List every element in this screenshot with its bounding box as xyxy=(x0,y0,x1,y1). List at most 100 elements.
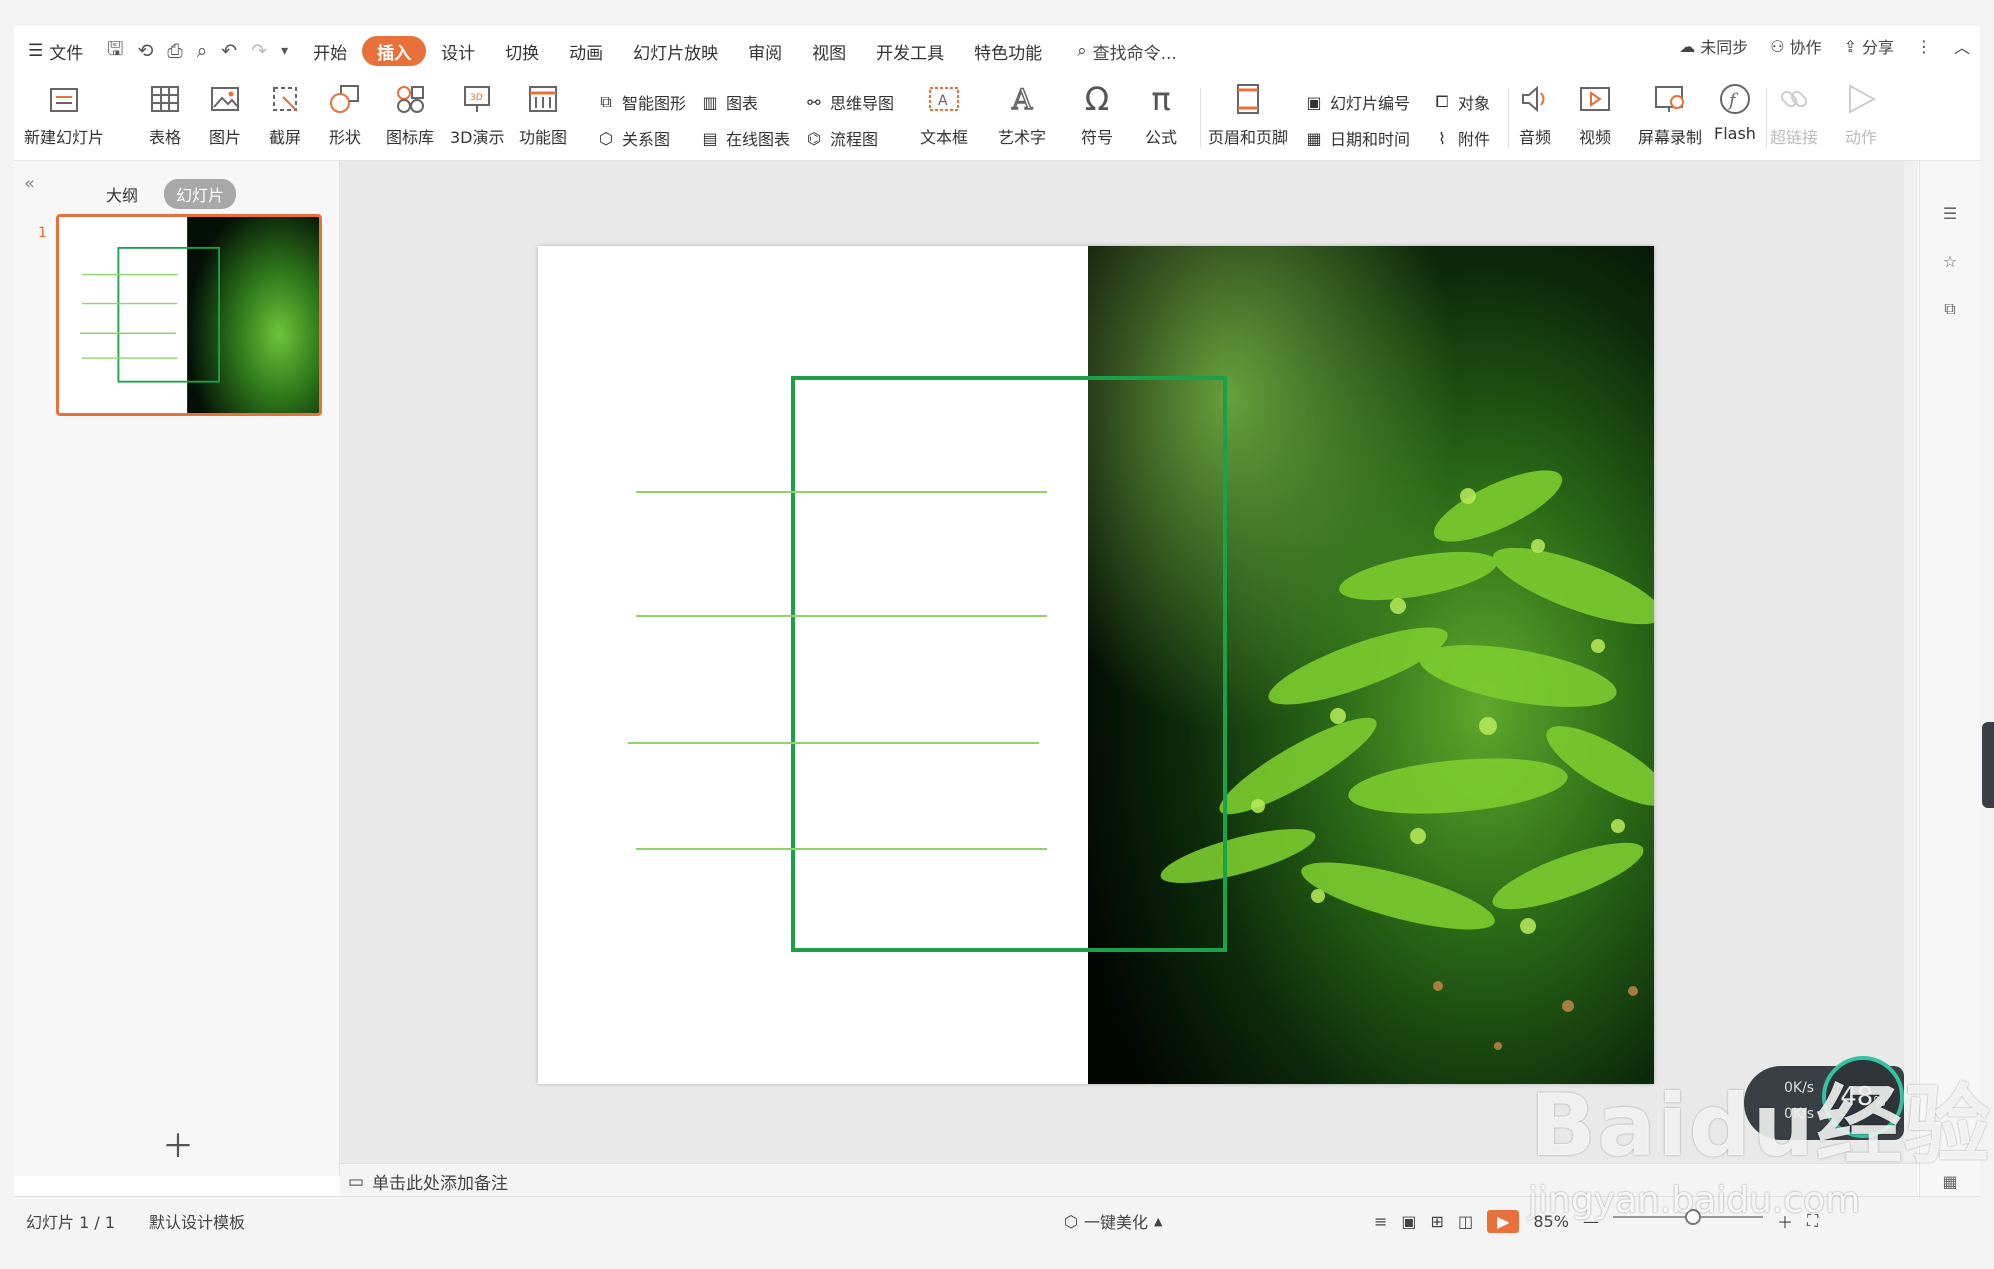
add-slide-button[interactable]: ＋ xyxy=(162,1121,194,1167)
flash-button[interactable]: f Flash xyxy=(1714,80,1756,143)
redo-icon[interactable]: ↷ xyxy=(251,40,267,62)
beautify-label: 一键美化 xyxy=(1083,1213,1148,1232)
tab-transitions[interactable]: 切换 xyxy=(490,36,554,66)
print-icon[interactable]: ⎙ xyxy=(167,40,182,62)
menu-bar: ☰ 文件 🖫 ⟲ ⎙ ⌕ ↶ ↷ ▾ 开始 插入 设计 切换 动画 幻灯片放映 … xyxy=(14,26,1980,76)
flow-chart-button[interactable]: ⌬ 流程图 xyxy=(804,126,878,150)
ribbon-separator xyxy=(1508,88,1509,148)
slide-sorter-icon[interactable]: ⊞ xyxy=(1431,1212,1444,1231)
tab-special[interactable]: 特色功能 xyxy=(959,36,1057,66)
header-footer-icon xyxy=(1229,80,1267,118)
slide-number-button[interactable]: ▣ 幻灯片编号 xyxy=(1304,90,1410,114)
link-icon xyxy=(1775,80,1813,118)
action-button[interactable]: 动作 xyxy=(1842,80,1880,148)
settings-sliders-icon[interactable]: ☰ xyxy=(1938,201,1962,225)
current-slide[interactable] xyxy=(538,246,1654,1084)
vertical-scrollbar[interactable] xyxy=(1904,161,1918,1161)
file-menu-label: 文件 xyxy=(49,43,84,64)
function-chart-button[interactable]: 功能图 xyxy=(519,80,567,148)
new-slide-button[interactable]: 新建幻灯片 xyxy=(24,80,104,148)
pi-icon: π xyxy=(1151,80,1171,118)
textbox-button[interactable]: A 文本框 xyxy=(920,80,968,148)
tab-outline[interactable]: 大纲 xyxy=(94,179,150,209)
comment-panel-icon[interactable]: ⧉ xyxy=(1938,297,1962,321)
3d-demo-button[interactable]: 3D 3D演示 xyxy=(450,80,505,148)
customize-toolbar-icon[interactable]: ▾ xyxy=(281,43,288,59)
tab-slideshow[interactable]: 幻灯片放映 xyxy=(618,36,733,66)
tab-design[interactable]: 设计 xyxy=(426,36,490,66)
textbox-label: 文本框 xyxy=(920,128,969,147)
reading-view-icon[interactable]: ◫ xyxy=(1458,1212,1473,1231)
sync-button[interactable]: ☁ 未同步 xyxy=(1679,34,1748,58)
screenshot-label: 截屏 xyxy=(268,128,301,147)
tab-animations[interactable]: 动画 xyxy=(554,36,618,66)
table-label: 表格 xyxy=(148,128,181,147)
ribbon-separator xyxy=(1200,88,1201,148)
object-button[interactable]: ⧠ 对象 xyxy=(1432,90,1490,114)
file-menu[interactable]: ☰ 文件 xyxy=(14,34,97,68)
mind-map-button[interactable]: ⚯ 思维导图 xyxy=(804,90,894,114)
notes-placeholder: 单击此处添加备注 xyxy=(372,1174,509,1194)
screenshot-button[interactable]: 截屏 xyxy=(266,80,304,148)
omega-icon: Ω xyxy=(1084,80,1110,118)
video-button[interactable]: 视频 xyxy=(1576,80,1614,148)
tab-view[interactable]: 视图 xyxy=(797,36,861,66)
relation-chart-button[interactable]: ⬡ 关系图 xyxy=(596,126,670,150)
collapse-panel-icon[interactable]: « xyxy=(24,173,35,194)
save-icon[interactable]: 🖫 xyxy=(107,35,123,67)
online-chart-button[interactable]: ▤ 在线图表 xyxy=(700,126,790,150)
tab-developer[interactable]: 开发工具 xyxy=(861,36,959,66)
slide-thumbnail[interactable] xyxy=(56,214,322,416)
online-chart-icon: ▤ xyxy=(702,128,718,148)
print-preview-icon[interactable]: ⌕ xyxy=(197,40,208,62)
fern-photo[interactable] xyxy=(1088,246,1654,1084)
tab-home[interactable]: 开始 xyxy=(298,36,362,66)
tab-insert[interactable]: 插入 xyxy=(362,36,427,66)
datetime-button[interactable]: ▦ 日期和时间 xyxy=(1304,126,1410,150)
format-painter-icon[interactable]: ⟲ xyxy=(137,40,153,62)
tab-review[interactable]: 审阅 xyxy=(733,36,797,66)
svg-text:A: A xyxy=(1011,83,1033,116)
smart-art-button[interactable]: ⧉ 智能图形 xyxy=(596,90,686,114)
chart-button[interactable]: ▥ 图表 xyxy=(700,90,758,114)
tab-slides[interactable]: 幻灯片 xyxy=(164,179,237,209)
attachment-label: 附件 xyxy=(1458,130,1491,149)
more-options-icon[interactable]: ⋮ xyxy=(1916,37,1932,56)
quick-access-toolbar: 🖫 ⟲ ⎙ ⌕ ↶ ↷ ▾ xyxy=(97,35,298,67)
3d-demo-label: 3D演示 xyxy=(450,128,505,147)
header-footer-button[interactable]: 页眉和页脚 xyxy=(1208,80,1288,148)
formula-button[interactable]: π 公式 xyxy=(1142,80,1180,148)
undo-icon[interactable]: ↶ xyxy=(221,40,237,62)
command-search[interactable]: ⌕ 查找命令... xyxy=(1077,39,1177,64)
screen-record-button[interactable]: 屏幕录制 xyxy=(1638,80,1702,148)
wordart-icon: A xyxy=(1003,80,1041,118)
star-icon[interactable]: ☆ xyxy=(1938,249,1962,273)
flow-chart-icon: ⌬ xyxy=(807,128,821,148)
share-button[interactable]: ⇪ 分享 xyxy=(1844,34,1894,58)
shape-button[interactable]: 形状 xyxy=(326,80,364,148)
notes-toggle-icon[interactable]: ≡ xyxy=(1374,1212,1387,1231)
panel-tabs: 大纲 幻灯片 xyxy=(94,179,237,209)
collaborate-button[interactable]: ⚇ 协作 xyxy=(1770,34,1821,58)
table-button[interactable]: 表格 xyxy=(146,80,184,148)
normal-view-icon[interactable]: ▣ xyxy=(1401,1212,1416,1231)
3d-presentation-icon: 3D xyxy=(458,80,496,118)
flash-icon: f xyxy=(1716,80,1754,118)
wordart-button[interactable]: A 艺术字 xyxy=(998,80,1046,148)
search-placeholder: 查找命令... xyxy=(1092,43,1177,64)
beautify-button[interactable]: ⬡ 一键美化 ▲ xyxy=(1064,1209,1162,1233)
template-name[interactable]: 默认设计模板 xyxy=(149,1209,245,1233)
picture-label: 图片 xyxy=(208,128,241,147)
audio-button[interactable]: 音频 xyxy=(1516,80,1554,148)
edge-handle[interactable] xyxy=(1982,722,1994,808)
slide-number-label: 幻灯片编号 xyxy=(1330,94,1411,113)
symbol-button[interactable]: Ω 符号 xyxy=(1078,80,1116,148)
play-slideshow-icon[interactable]: ▶ xyxy=(1487,1209,1520,1233)
picture-button[interactable]: 图片 xyxy=(206,80,244,148)
insert-ribbon: 新建幻灯片 表格 图片 截屏 形状 图标库 3D 3D演示 功能图 ⧉ 智能图形… xyxy=(14,76,1980,161)
attachment-button[interactable]: ⌇ 附件 xyxy=(1432,126,1490,150)
icon-library-button[interactable]: 图标库 xyxy=(386,80,434,148)
collapse-ribbon-icon[interactable]: ︿ xyxy=(1954,34,1970,58)
slide-number-icon: ▣ xyxy=(1306,92,1322,112)
hyperlink-button[interactable]: 超链接 xyxy=(1770,80,1818,148)
